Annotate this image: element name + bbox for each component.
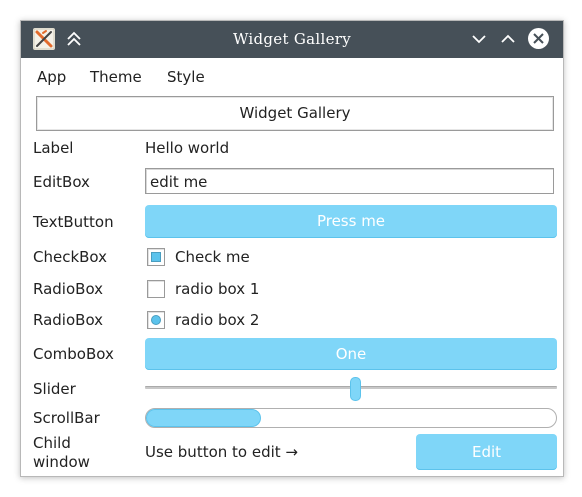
press-me-button[interactable]: Press me bbox=[145, 205, 557, 238]
label-row-value: Hello world bbox=[145, 139, 230, 157]
gallery-banner: Widget Gallery bbox=[36, 96, 554, 131]
radio-box-2-label: radio box 2 bbox=[175, 311, 260, 329]
checkbox-checked-mark bbox=[151, 252, 161, 262]
widget-gallery-window: Widget Gallery App Theme Style Widget Ga… bbox=[20, 20, 564, 477]
edit-box-input[interactable]: edit me bbox=[145, 168, 554, 194]
radiobox1-row-name: RadioBox bbox=[33, 280, 104, 298]
child-window-row-name-line1: Child bbox=[33, 434, 71, 452]
double-chevron-up-icon[interactable] bbox=[64, 29, 84, 49]
close-icon[interactable] bbox=[528, 28, 549, 49]
title-bar[interactable]: Widget Gallery bbox=[21, 21, 563, 58]
chevron-down-icon[interactable] bbox=[469, 29, 489, 49]
checkbox-row-name: CheckBox bbox=[33, 248, 108, 266]
edit-button[interactable]: Edit bbox=[416, 434, 557, 470]
radio-box-1-label: radio box 1 bbox=[175, 280, 260, 298]
slider-row-name: Slider bbox=[33, 380, 76, 398]
label-row-name: Label bbox=[33, 139, 74, 157]
scrollbar-thumb[interactable] bbox=[146, 409, 261, 427]
checkbox-label: Check me bbox=[175, 248, 250, 266]
scrollbar-track[interactable] bbox=[145, 408, 557, 428]
radio-box-2[interactable] bbox=[147, 311, 165, 329]
editbox-row-name: EditBox bbox=[33, 173, 90, 191]
menu-theme[interactable]: Theme bbox=[90, 68, 142, 86]
combobox-row-name: ComboBox bbox=[33, 345, 114, 363]
child-window-row-name-line2: window bbox=[33, 453, 90, 471]
scrollbar-row-name: ScrollBar bbox=[33, 409, 100, 427]
radio-selected-dot bbox=[151, 315, 161, 325]
check-me-checkbox[interactable] bbox=[147, 248, 165, 266]
radiobox2-row-name: RadioBox bbox=[33, 311, 104, 329]
textbutton-row-name: TextButton bbox=[33, 213, 114, 231]
slider-handle[interactable] bbox=[349, 377, 361, 401]
chevron-up-icon[interactable] bbox=[498, 29, 518, 49]
radio-box-1[interactable] bbox=[147, 280, 165, 298]
menu-app[interactable]: App bbox=[37, 68, 66, 86]
menu-style[interactable]: Style bbox=[167, 68, 205, 86]
menu-bar: App Theme Style bbox=[21, 58, 563, 94]
child-window-hint-text: Use button to edit → bbox=[145, 443, 298, 461]
x-app-icon[interactable] bbox=[33, 28, 55, 50]
combo-box[interactable]: One bbox=[145, 338, 557, 370]
